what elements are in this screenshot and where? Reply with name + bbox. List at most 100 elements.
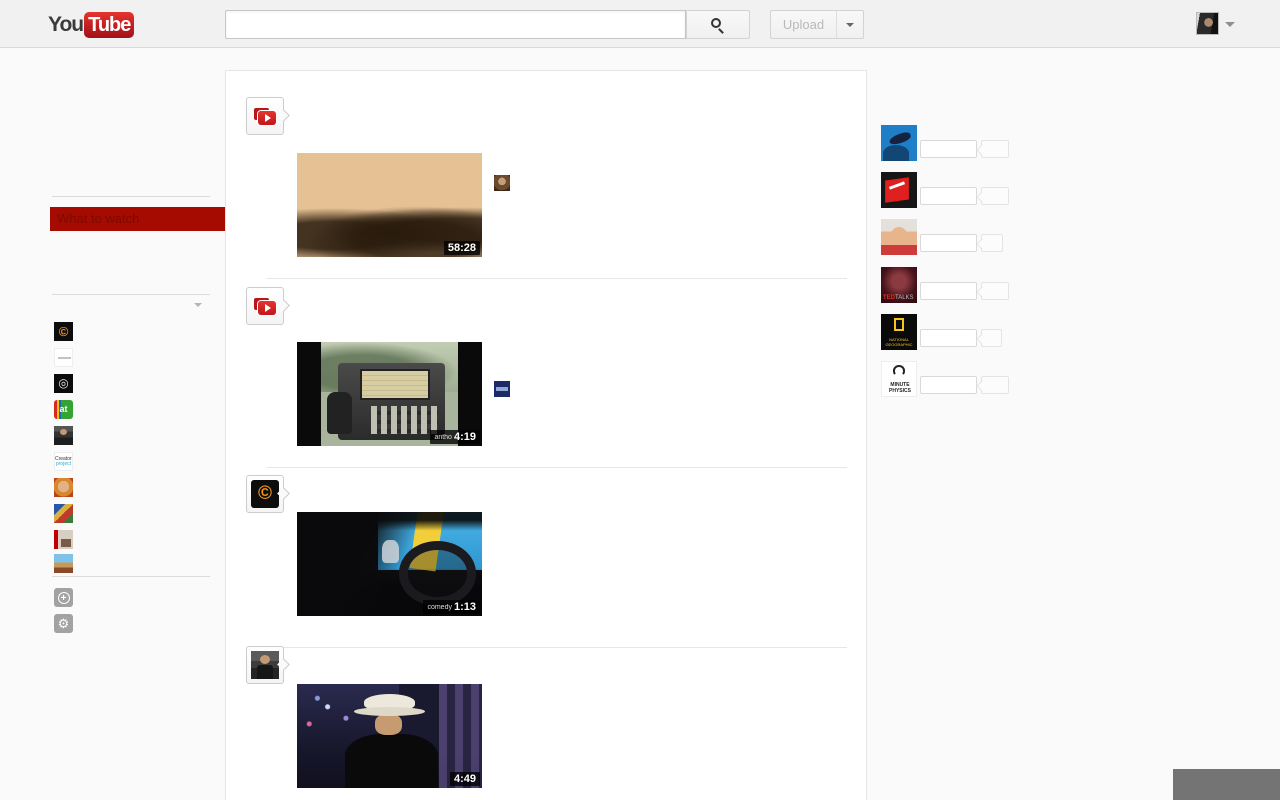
user-menu-chevron-icon[interactable]: [1225, 22, 1235, 27]
watermark-text: antho: [434, 434, 452, 441]
channel-mini-avatar[interactable]: [494, 175, 510, 191]
video-thumbnail[interactable]: comedy 1:13: [297, 512, 482, 616]
thumbnail-art: [354, 706, 425, 717]
avatar-art: [885, 177, 909, 203]
thumbnail-art: [326, 391, 353, 434]
photo-art: [61, 539, 71, 547]
feed-badge-playlist[interactable]: [246, 97, 284, 135]
guide-collapse-chevron-icon[interactable]: [194, 303, 202, 307]
guide-channel-landscape[interactable]: [54, 554, 73, 573]
divider: [52, 294, 210, 295]
youtube-logo[interactable]: You Tube: [48, 12, 135, 38]
avatar-art: [883, 145, 909, 161]
subscribe-button[interactable]: [920, 282, 977, 300]
subscriber-count-bubble: [981, 376, 1009, 394]
divider: [52, 196, 210, 197]
upload-menu-button[interactable]: [837, 11, 863, 38]
playlist-icon-front: [258, 111, 276, 125]
channel-avatar-national-geographic[interactable]: NATIONAL GEOGRAPHIC: [881, 314, 917, 350]
guide-channel-white-text-logo[interactable]: [54, 348, 73, 367]
channel-avatar-swimmer-blue[interactable]: [881, 125, 917, 161]
avatar-art: [888, 130, 912, 147]
recommended-channel: [881, 172, 1021, 212]
feed-item: 58:28: [226, 97, 866, 287]
badge-inner: [251, 292, 279, 320]
feed-badge-playlist[interactable]: [246, 287, 284, 325]
subscribe-button[interactable]: [920, 234, 977, 252]
mp-label-line2: PHYSICS: [889, 388, 911, 394]
subscribe-button[interactable]: [920, 329, 977, 347]
thumbnail-art: [345, 733, 438, 788]
masthead: You Tube Upload: [0, 0, 1280, 48]
chevron-down-icon: [846, 23, 854, 27]
at-logo-text: at: [59, 404, 68, 414]
feed-item: © comedy 1:13: [226, 475, 866, 665]
user-avatar[interactable]: [1196, 12, 1219, 35]
feed-badge-jimmy-kimmel[interactable]: [246, 646, 284, 684]
feed-item: 4:49: [226, 646, 866, 800]
subscriber-count-bubble: [981, 187, 1009, 205]
subscribe-button[interactable]: [920, 376, 977, 394]
channel-avatar-ted-talks[interactable]: TEDTALKS: [881, 267, 917, 303]
divider: [266, 467, 847, 468]
playlist-icon: [254, 108, 278, 126]
doodle-icon: [893, 365, 905, 376]
channel-avatar-minute-physics[interactable]: MINUTE PHYSICS: [881, 361, 917, 397]
feed-badge-comedy-central[interactable]: ©: [246, 475, 284, 513]
natgeo-label-line2: GEOGRAPHIC: [885, 342, 913, 347]
guide-channel-at-logo[interactable]: at: [54, 400, 73, 419]
subscribe-button[interactable]: [920, 140, 977, 158]
portrait-suit: [257, 665, 273, 679]
guide-channel-red-interior[interactable]: [54, 530, 73, 549]
gear-icon: ⚙: [57, 616, 70, 631]
video-thumbnail[interactable]: 58:28: [297, 153, 482, 257]
ted-text: TED: [883, 295, 895, 301]
guide-channel-face-closeup[interactable]: [54, 478, 73, 497]
subscribe-button[interactable]: [920, 187, 977, 205]
natgeo-label: NATIONAL GEOGRAPHIC: [881, 337, 917, 347]
guide-channel-suit-portrait[interactable]: [54, 426, 73, 445]
thumbnail-art: [374, 714, 403, 735]
video-thumbnail[interactable]: antho 4:19: [297, 342, 482, 446]
playlist-icon-front: [258, 301, 276, 315]
duration-text: 4:19: [453, 431, 476, 443]
badge-inner: [251, 102, 279, 130]
guide-channel-colorful-art[interactable]: [54, 504, 73, 523]
emblem-icon: ◎: [58, 376, 69, 390]
video-thumbnail[interactable]: 4:49: [297, 684, 482, 788]
thumbnail-art: [412, 158, 473, 186]
guide-item-what-to-watch[interactable]: What to watch: [50, 207, 225, 231]
add-channels-button[interactable]: +: [54, 588, 73, 607]
duration-text: 4:49: [453, 773, 476, 785]
divider: [52, 576, 210, 577]
guide-channel-creators-project[interactable]: Creators project: [54, 452, 73, 471]
guide-channel-dark-emblem[interactable]: ◎: [54, 374, 73, 393]
guide-channel-comedy-central[interactable]: ©: [54, 322, 73, 341]
thumbnail-art: [359, 369, 431, 401]
minute-physics-label: MINUTE PHYSICS: [882, 382, 916, 394]
badge-inner: ©: [251, 480, 279, 508]
recommended-channel: [881, 219, 1021, 259]
divider: [266, 278, 847, 279]
recommended-channel: [881, 125, 1021, 165]
project-text: project: [55, 461, 71, 467]
logo-you-text: You: [48, 13, 84, 36]
thumbnail-art: [371, 406, 438, 434]
channel-avatar-sketchup[interactable]: [881, 172, 917, 208]
subscriber-count-bubble: [981, 329, 1002, 347]
comedy-central-icon: ©: [58, 324, 69, 339]
search-input[interactable]: [225, 10, 686, 39]
channel-avatar-funny-face[interactable]: [881, 219, 917, 255]
portrait-head: [260, 655, 270, 664]
feed-item: antho 4:19: [226, 287, 866, 477]
subscriber-count-bubble: [981, 140, 1009, 158]
channel-mini-avatar[interactable]: [494, 381, 510, 397]
search-button[interactable]: [686, 10, 750, 39]
ted-talks-label: TEDTALKS: [883, 295, 914, 302]
feedback-overlay[interactable]: [1173, 769, 1280, 800]
upload-button[interactable]: Upload: [771, 11, 837, 38]
logo-art: [58, 357, 71, 359]
watermark-text: comedy: [427, 604, 452, 611]
comedy-central-icon: ©: [251, 480, 279, 508]
guide-settings-button[interactable]: ⚙: [54, 614, 73, 633]
